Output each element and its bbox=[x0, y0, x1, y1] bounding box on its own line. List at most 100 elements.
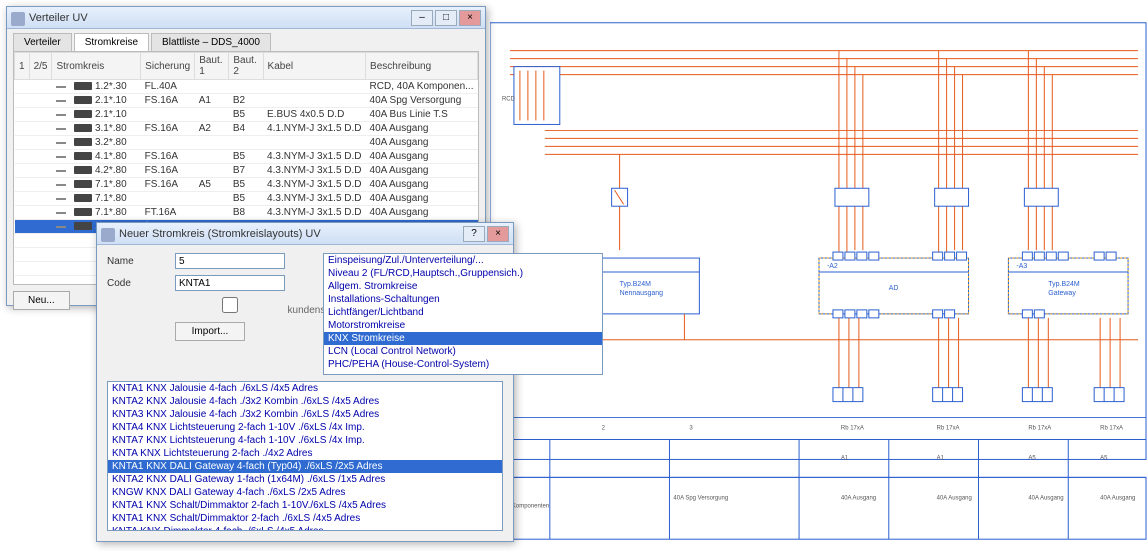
list-item[interactable]: KNTA4 KNX Lichtsteuerung 2-fach 1-10V ./… bbox=[108, 421, 502, 434]
list-item[interactable]: Lichtfänger/Lichtband bbox=[324, 306, 602, 319]
cell: 4.3.NYM-J 3x1.5 D.D bbox=[263, 164, 365, 178]
svg-text:AD: AD bbox=[889, 285, 899, 292]
cell bbox=[141, 136, 195, 150]
cell bbox=[15, 220, 30, 234]
cell: FS.16A bbox=[141, 178, 195, 192]
list-item[interactable]: KNTA KNX Dimmaktor 4-fach ./6xLS /4x5 Ad… bbox=[108, 525, 502, 531]
list-item[interactable]: Motorstromkreise bbox=[324, 319, 602, 332]
svg-text:-A3: -A3 bbox=[1016, 263, 1027, 270]
list-item[interactable]: Niveau 2 (FL/RCD,Hauptsch.,Gruppensich.) bbox=[324, 267, 602, 280]
titlebar[interactable]: Neuer Stromkreis (Stromkreislayouts) UV … bbox=[97, 223, 513, 245]
cell: 7.1*.80 bbox=[52, 206, 141, 220]
table-row[interactable]: 3.2*.8040A Ausgang bbox=[15, 136, 478, 150]
svg-text:Rb 17xA: Rb 17xA bbox=[841, 426, 864, 432]
svg-text:RCD: RCD bbox=[502, 97, 516, 103]
svg-text:Rb 17xA: Rb 17xA bbox=[1028, 426, 1051, 432]
column-header[interactable]: Kabel bbox=[263, 53, 365, 80]
cell bbox=[263, 136, 365, 150]
list-item[interactable]: KNTA2 KNX DALI Gateway 1-fach (1x64M) ./… bbox=[108, 473, 502, 486]
circuit-icon bbox=[74, 194, 92, 202]
list-item[interactable]: KNTA1 KNX Jalousie 4-fach ./6xLS /4x5 Ad… bbox=[108, 382, 502, 395]
cell: B7 bbox=[229, 164, 263, 178]
svg-text:Rb 17xA: Rb 17xA bbox=[937, 426, 960, 432]
help-button[interactable]: ? bbox=[463, 226, 485, 242]
list-item[interactable]: KNTA1 KNX Schalt/Dimmaktor 2-fach 1-10V.… bbox=[108, 499, 502, 512]
cell: 1.2*.30 bbox=[52, 80, 141, 94]
table-row[interactable]: 4.1*.80FS.16AB54.3.NYM-J 3x1.5 D.D40A Au… bbox=[15, 150, 478, 164]
table-row[interactable]: 7.1*.80FT.16AB84.3.NYM-J 3x1.5 D.D40A Au… bbox=[15, 206, 478, 220]
close-button[interactable]: × bbox=[459, 10, 481, 26]
table-row[interactable]: 2.1*.10FS.16AA1B240A Spg Versorgung bbox=[15, 94, 478, 108]
cell bbox=[195, 150, 229, 164]
list-item[interactable]: KNTA1 KNX DALI Gateway 4-fach (Typ04) ./… bbox=[108, 460, 502, 473]
svg-text:2: 2 bbox=[602, 426, 606, 432]
close-button[interactable]: × bbox=[487, 226, 509, 242]
list-item[interactable]: KNX Stromkreise bbox=[324, 332, 602, 345]
circuit-icon bbox=[74, 152, 92, 160]
circuit-icon bbox=[74, 124, 92, 132]
column-header[interactable]: Beschreibung bbox=[366, 53, 478, 80]
table-row[interactable]: 7.1*.80B54.3.NYM-J 3x1.5 D.D40A Ausgang bbox=[15, 192, 478, 206]
table-row[interactable]: 1.2*.30FL.40ARCD, 40A Komponen... bbox=[15, 80, 478, 94]
cell: 4.3.NYM-J 3x1.5 D.D bbox=[263, 150, 365, 164]
list-item[interactable]: KNTA7 KNX Lichtsteuerung 4-fach 1-10V ./… bbox=[108, 434, 502, 447]
maximize-button[interactable]: □ bbox=[435, 10, 457, 26]
cell bbox=[29, 206, 52, 220]
cell: 4.1*.80 bbox=[52, 150, 141, 164]
minimize-button[interactable]: – bbox=[411, 10, 433, 26]
cell: B2 bbox=[229, 94, 263, 108]
list-item[interactable]: Einspeisung/Zul./Unterverteilung/... bbox=[324, 254, 602, 267]
list-item[interactable]: KNTA2 KNX Jalousie 4-fach ./3x2 Kombin .… bbox=[108, 395, 502, 408]
tab-blattliste-dds-[interactable]: Blattliste – DDS_4000 bbox=[151, 33, 271, 51]
custom-layouts-checkbox[interactable] bbox=[175, 297, 285, 313]
cell: 3.1*.80 bbox=[52, 122, 141, 136]
cell: B4 bbox=[229, 122, 263, 136]
list-item[interactable]: PHC/PEHA (House-Control-System) bbox=[324, 358, 602, 371]
cell bbox=[15, 178, 30, 192]
titlebar[interactable]: Verteiler UV – □ × bbox=[7, 7, 485, 29]
column-header[interactable]: Stromkreis bbox=[52, 53, 141, 80]
list-item[interactable]: Installations-Schaltungen bbox=[324, 293, 602, 306]
column-header[interactable]: 2/5 bbox=[29, 53, 52, 80]
svg-text:-A2: -A2 bbox=[827, 263, 838, 270]
list-item[interactable]: KNGW KNX DALI Gateway 4-fach ./6xLS /2x5… bbox=[108, 486, 502, 499]
tab-stromkreise[interactable]: Stromkreise bbox=[74, 33, 149, 51]
cell: B5 bbox=[229, 178, 263, 192]
column-header[interactable]: 1 bbox=[15, 53, 30, 80]
new-button[interactable]: Neu... bbox=[13, 291, 70, 310]
cell: 40A Ausgang bbox=[366, 178, 478, 192]
svg-text:40A Ausgang: 40A Ausgang bbox=[1028, 495, 1063, 501]
category-listbox[interactable]: Einspeisung/Zul./Unterverteilung/...Nive… bbox=[323, 253, 603, 375]
list-item[interactable]: LCN (Local Control Network) bbox=[324, 345, 602, 358]
circuit-icon bbox=[74, 110, 92, 118]
column-header[interactable]: Baut. 2 bbox=[229, 53, 263, 80]
cell bbox=[15, 94, 30, 108]
cell bbox=[141, 108, 195, 122]
list-item[interactable]: KNTA3 KNX Jalousie 4-fach ./3x2 Kombin .… bbox=[108, 408, 502, 421]
table-row[interactable]: 2.1*.10B5E.BUS 4x0.5 D.D40A Bus Linie T.… bbox=[15, 108, 478, 122]
column-header[interactable]: Baut. 1 bbox=[195, 53, 229, 80]
cell: 40A Ausgang bbox=[366, 150, 478, 164]
import-button[interactable]: Import... bbox=[175, 322, 245, 341]
cell: 40A Ausgang bbox=[366, 122, 478, 136]
list-item[interactable]: KNTA KNX Lichtsteuerung 2-fach ./4x2 Adr… bbox=[108, 447, 502, 460]
name-field[interactable] bbox=[175, 253, 285, 269]
column-header[interactable]: Sicherung bbox=[141, 53, 195, 80]
list-item[interactable]: KNTA1 KNX Schalt/Dimmaktor 2-fach ./6xLS… bbox=[108, 512, 502, 525]
table-row[interactable]: 3.1*.80FS.16AA2B44.1.NYM-J 3x1.5 D.D40A … bbox=[15, 122, 478, 136]
cell bbox=[29, 108, 52, 122]
table-row[interactable]: 4.2*.80FS.16AB74.3.NYM-J 3x1.5 D.D40A Au… bbox=[15, 164, 478, 178]
cell: 40A Ausgang bbox=[366, 136, 478, 150]
layouts-listbox[interactable]: KNTA1 KNX Jalousie 4-fach ./6xLS /4x5 Ad… bbox=[107, 381, 503, 531]
svg-text:A1: A1 bbox=[937, 455, 945, 461]
table-row[interactable]: 7.1*.80FS.16AA5B54.3.NYM-J 3x1.5 D.D40A … bbox=[15, 178, 478, 192]
code-field[interactable] bbox=[175, 275, 285, 291]
tab-verteiler[interactable]: Verteiler bbox=[13, 33, 72, 51]
cell bbox=[29, 122, 52, 136]
cell: 40A Ausgang bbox=[366, 164, 478, 178]
list-item[interactable]: Allgem. Stromkreise bbox=[324, 280, 602, 293]
cell bbox=[15, 164, 30, 178]
svg-text:3: 3 bbox=[689, 426, 693, 432]
cell bbox=[29, 150, 52, 164]
cell: A2 bbox=[195, 122, 229, 136]
